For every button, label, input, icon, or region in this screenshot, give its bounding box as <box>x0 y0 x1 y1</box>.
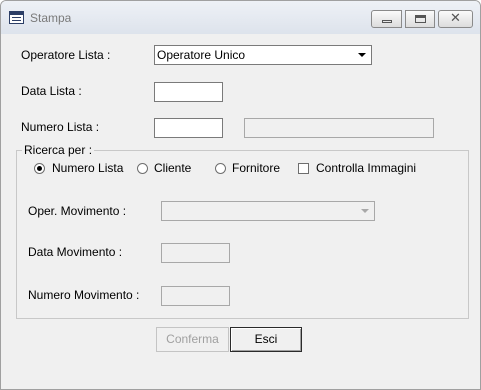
data-movimento-label: Data Movimento : <box>28 245 123 259</box>
data-movimento-input[interactable] <box>161 243 230 263</box>
maximize-icon <box>415 15 426 23</box>
minimize-button[interactable] <box>371 10 402 28</box>
close-button[interactable]: ✕ <box>438 10 473 28</box>
numero-lista-description-field <box>244 118 434 138</box>
numero-lista-input[interactable] <box>154 118 223 138</box>
radio-numero-lista[interactable] <box>34 163 45 174</box>
chevron-down-icon[interactable] <box>357 203 373 219</box>
esci-button[interactable]: Esci <box>230 327 302 352</box>
controlla-immagini-label: Controlla Immagini <box>316 161 417 175</box>
data-lista-label: Data Lista : <box>21 84 82 98</box>
radio-cliente[interactable] <box>137 163 148 174</box>
controlla-immagini-checkbox[interactable] <box>298 163 309 174</box>
maximize-button[interactable] <box>405 10 435 28</box>
numero-movimento-label: Numero Movimento : <box>28 288 140 302</box>
ricerca-per-group: Ricerca per : Numero Lista Cliente Forni… <box>16 143 469 319</box>
radio-cliente-label: Cliente <box>154 161 192 175</box>
stampa-window: Stampa ✕ Operatore Lista : Operatore Uni… <box>0 0 481 390</box>
esci-button-label: Esci <box>254 332 278 346</box>
numero-lista-label: Numero Lista : <box>21 120 100 134</box>
title-bar[interactable]: Stampa ✕ <box>1 1 480 34</box>
chevron-down-icon[interactable] <box>354 47 370 63</box>
operatore-lista-value: Operatore Unico <box>157 48 246 62</box>
radio-fornitore[interactable] <box>215 163 226 174</box>
window-title: Stampa <box>30 11 72 25</box>
form-body: Operatore Lista : Operatore Unico Data L… <box>8 34 474 383</box>
minimize-icon <box>382 20 392 23</box>
ricerca-per-caption: Ricerca per : <box>22 143 95 157</box>
conferma-button-label: Conferma <box>166 332 219 346</box>
operatore-lista-label: Operatore Lista : <box>21 48 111 62</box>
data-lista-input[interactable] <box>154 82 223 102</box>
numero-movimento-input[interactable] <box>161 286 230 306</box>
close-icon: ✕ <box>450 11 461 26</box>
oper-movimento-label: Oper. Movimento : <box>28 204 127 218</box>
radio-fornitore-label: Fornitore <box>232 161 281 175</box>
oper-movimento-dropdown[interactable] <box>161 201 375 221</box>
radio-numero-lista-label: Numero Lista <box>52 161 124 175</box>
operatore-lista-dropdown[interactable]: Operatore Unico <box>154 45 372 65</box>
conferma-button[interactable]: Conferma <box>156 327 229 352</box>
app-form-icon[interactable] <box>9 11 24 24</box>
